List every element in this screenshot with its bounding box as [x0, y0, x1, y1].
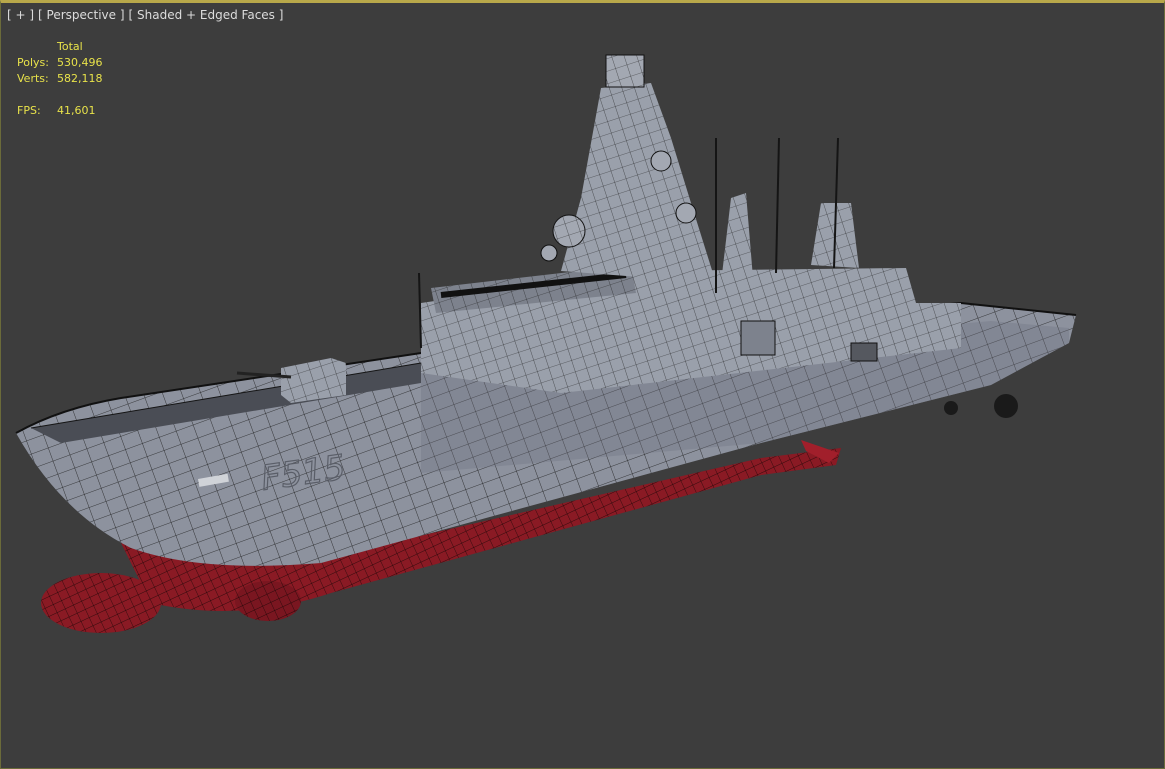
viewport-label: [ + ] [ Perspective ] [ Shaded + Edged F…: [7, 8, 283, 22]
polys-value: 530,496: [57, 56, 103, 69]
propellers: [944, 394, 1018, 418]
verts-label: Verts:: [17, 72, 49, 85]
stats-header: Total: [57, 40, 83, 53]
perspective-viewport[interactable]: F515 [+] [Perspective] [Shaded + Ed…: [0, 0, 1165, 769]
polys-label: Polys:: [17, 56, 49, 69]
ship-model-render: F515: [15, 54, 1077, 633]
main-mast: [540, 54, 716, 283]
fps-label: FPS:: [17, 104, 41, 117]
viewport-menu-button[interactable]: [ + ]: [7, 8, 34, 22]
viewport-statistics: Total Polys: 530,496 Verts: 582,118 FPS: 41…: [17, 39, 103, 119]
shading-mode-button[interactable]: [ Shaded + Edged Faces ]: [129, 8, 284, 22]
verts-value: 582,118: [57, 72, 103, 85]
view-type-button[interactable]: [ Perspective ]: [38, 8, 125, 22]
fps-value: 41,601: [57, 104, 96, 117]
